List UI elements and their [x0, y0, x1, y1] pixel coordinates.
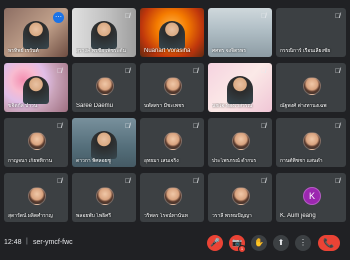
participant-tile[interactable]: 🎙̸ วริพลร โรจน์ทานันท — [140, 173, 204, 222]
participant-tile[interactable]: 🎙̸ ประโพรภรณ์ ดำกบร — [208, 118, 272, 167]
end-call-button[interactable]: 📞 — [318, 235, 340, 251]
participant-name: ประโพรภรณ์ ดำกบร — [212, 158, 257, 164]
mic-off-icon: 🎙̸ — [260, 68, 267, 75]
hand-icon: ✋ — [254, 238, 264, 247]
participant-video — [91, 21, 117, 49]
participant-name: Nuanart Vorasiha — [144, 48, 191, 54]
more-icon: ⋮ — [299, 238, 307, 247]
participant-video — [91, 131, 117, 159]
clock: 12:48 — [4, 239, 22, 246]
participant-name: ศศพร จงจิตรพร — [212, 48, 246, 54]
avatar — [303, 76, 321, 95]
participant-tile[interactable]: K 🎙̸ K. Aum jeang — [276, 173, 346, 222]
participant-name: นชโจ ทองเวสรรณ — [212, 103, 253, 109]
avatar: K — [303, 186, 321, 205]
participant-name: นพัสสรา มีชะเพชร — [144, 103, 185, 109]
participant-tile[interactable]: 🎙̸ นชโจ ทองเวสรรณ — [208, 63, 272, 112]
avatar — [28, 131, 46, 150]
participant-name: พรทิพย์ เรวันต์ — [8, 48, 39, 54]
more-options-icon[interactable]: ⋯ — [53, 12, 64, 23]
participant-name: กาญจนา เก็ยพทิกาน — [8, 158, 53, 164]
participant-name: วริพลร โรจน์ทานันท — [144, 213, 188, 219]
participant-tile[interactable]: 🎙̸ อุทยมา เสนเจริง — [140, 118, 204, 167]
participant-tile[interactable]: 🎙̸ ดาวกา พิศลอยชู — [72, 118, 136, 167]
mic-off-icon: 🎙̸ — [124, 123, 131, 130]
end-call-icon: 📞 — [323, 238, 335, 248]
participant-tile[interactable]: 🎙̸ สุดารัตน์ ผลิตศำราญ — [4, 173, 68, 222]
avatar — [232, 131, 250, 150]
participant-video — [159, 21, 185, 49]
separator: | — [26, 238, 28, 245]
participant-tile[interactable]: 🎙̸ ณัฐพงศ์ ต่างทานงเฉพ — [276, 63, 346, 112]
meeting-code: ser-ymcf-fwc — [33, 239, 73, 246]
participant-name: K. Aum jeang — [280, 213, 316, 219]
avatar — [164, 186, 182, 205]
mic-off-icon: 🎙̸ — [334, 68, 341, 75]
mic-off-icon: 🎙̸ — [334, 13, 341, 20]
participant-name: อุทยมา เสนเจริง — [144, 158, 179, 164]
mic-off-icon: 🎤 — [210, 238, 220, 247]
participant-name: พลอยพับ โพธิ์ศรี — [76, 213, 112, 219]
participant-grid: ⋯ พรทิพย์ เรวันต์ 🎙̸ สุรางค์ พรชื่อ เพ็ช… — [0, 0, 350, 230]
participant-tile[interactable]: 🎙̸ วราลี พรหมปัญญา — [208, 173, 272, 222]
mic-off-icon: 🎙̸ — [192, 123, 199, 130]
mic-toggle-button[interactable]: 🎤 — [207, 235, 223, 251]
participant-name: สุรางค์ พรชื่อ เพ็ชระตัน — [76, 48, 126, 54]
meeting-toolbar: 12:48 | ser-ymcf-fwc 🎤 📷 1 ✋ ⬆ ⋮ 📞 — [0, 230, 350, 260]
participant-video — [23, 21, 49, 49]
avatar — [164, 76, 182, 95]
participant-tile[interactable]: 🎙̸ ขจิตกัล ป่าวน — [4, 63, 68, 112]
more-options-button[interactable]: ⋮ — [295, 235, 311, 251]
mic-off-icon: 🎙̸ — [124, 178, 131, 185]
participant-name: Saree Daemu — [76, 103, 114, 109]
mic-off-icon: 🎙̸ — [260, 13, 267, 20]
participant-tile[interactable]: 🎙̸ นพัสสรา มีชะเพชร — [140, 63, 204, 112]
participant-tile[interactable]: ⋯ พรทิพย์ เรวันต์ — [4, 8, 68, 57]
mic-off-icon: 🎙̸ — [260, 178, 267, 185]
avatar — [28, 186, 46, 205]
avatar — [164, 131, 182, 150]
mic-off-icon: 🎙̸ — [56, 123, 63, 130]
present-button[interactable]: ⬆ — [273, 235, 289, 251]
participant-video — [227, 76, 253, 104]
participant-name: ขจิตกัล ป่าวน — [8, 103, 38, 109]
mic-off-icon: 🎙̸ — [56, 178, 63, 185]
participant-name: วราลี พรหมปัญญา — [212, 213, 252, 219]
avatar — [96, 76, 114, 95]
participant-name: กานต์พิชชา แสนดำ — [280, 158, 323, 164]
mic-off-icon: 🎙̸ — [124, 13, 131, 20]
participant-name: ดาวกา พิศลอยชู — [76, 158, 111, 164]
participant-name: สุดารัตน์ ผลิตศำราญ — [8, 213, 53, 219]
participant-name: กรรณิการ์ เรือนเลี้ยงชัย — [280, 48, 331, 54]
mic-off-icon: 🎙̸ — [334, 123, 341, 130]
mic-off-icon: 🎙̸ — [260, 123, 267, 130]
participant-tile[interactable]: 🎙̸ กาญจนา เก็ยพทิกาน — [4, 118, 68, 167]
participant-tile[interactable]: 🎙̸ Saree Daemu — [72, 63, 136, 112]
participant-name: ณัฐพงศ์ ต่างทานงเฉพ — [280, 103, 327, 109]
participant-video — [23, 76, 49, 104]
participant-tile[interactable]: 🎙̸ กานต์พิชชา แสนดำ — [276, 118, 346, 167]
participant-tile[interactable]: 🎙̸ ศศพร จงจิตรพร — [208, 8, 272, 57]
participant-tile[interactable]: 🎙̸ กรรณิการ์ เรือนเลี้ยงชัย — [276, 8, 346, 57]
participant-tile[interactable]: 🎙̸ สุรางค์ พรชื่อ เพ็ชระตัน — [72, 8, 136, 57]
present-icon: ⬆ — [277, 238, 285, 247]
avatar — [232, 186, 250, 205]
participant-tile[interactable]: 🎙̸ พลอยพับ โพธิ์ศรี — [72, 173, 136, 222]
mic-off-icon: 🎙̸ — [124, 68, 131, 75]
raise-hand-button[interactable]: ✋ — [251, 235, 267, 251]
avatar — [96, 186, 114, 205]
avatar — [303, 131, 321, 150]
mic-off-icon: 🎙̸ — [56, 68, 63, 75]
participant-tile[interactable]: Nuanart Vorasiha — [140, 8, 204, 57]
mic-off-icon: 🎙̸ — [192, 68, 199, 75]
notification-badge: 1 — [238, 245, 246, 253]
mic-off-icon: 🎙̸ — [192, 178, 199, 185]
mic-off-icon: 🎙̸ — [334, 178, 341, 185]
